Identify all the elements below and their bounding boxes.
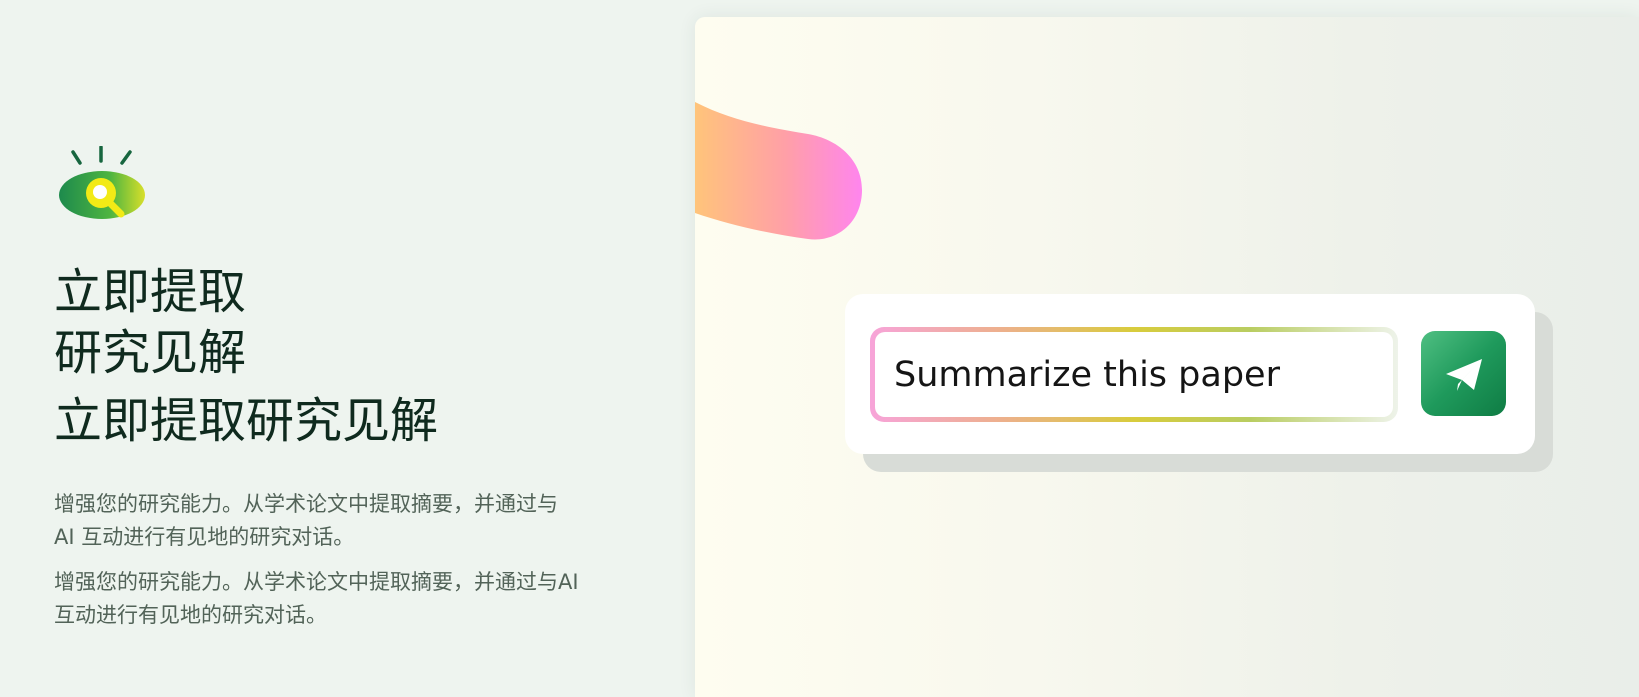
paper-plane-icon	[1445, 358, 1482, 391]
description-paragraph-alt: 增强您的研究能力。从学术论文中提取摘要，并通过与AI 互动进行有见地的研究对话。	[54, 566, 579, 632]
headline-line-3: 立即提取研究见解	[54, 393, 439, 449]
eye-magnifier-icon	[59, 146, 145, 219]
description-line: AI 互动进行有见地的研究对话。	[54, 525, 355, 549]
description-line: 互动进行有见地的研究对话。	[54, 603, 327, 627]
headline-line-2: 研究见解	[54, 325, 247, 381]
prompt-input-inner: Summarize this paper	[875, 332, 1393, 417]
hero-copy-section: 立即提取 研究见解 立即提取研究见解 增强您的研究能力。从学术论文中提取摘要，并…	[54, 0, 654, 697]
gradient-blob-decoration	[695, 102, 862, 240]
prompt-text: Summarize this paper	[894, 354, 1280, 395]
description-paragraph: 增强您的研究能力。从学术论文中提取摘要，并通过与 AI 互动进行有见地的研究对话…	[54, 488, 558, 554]
description-line: 增强您的研究能力。从学术论文中提取摘要，并通过与AI	[54, 570, 579, 594]
description-line: 增强您的研究能力。从学术论文中提取摘要，并通过与	[54, 492, 558, 516]
page-headline: 立即提取 研究见解 立即提取研究见解	[54, 262, 438, 452]
send-button[interactable]	[1421, 331, 1506, 416]
hero-illustration-panel: Summarize this paper	[695, 17, 1639, 697]
prompt-card: Summarize this paper	[845, 294, 1535, 454]
headline-line-1: 立即提取	[54, 264, 247, 320]
prompt-input[interactable]: Summarize this paper	[870, 327, 1398, 422]
